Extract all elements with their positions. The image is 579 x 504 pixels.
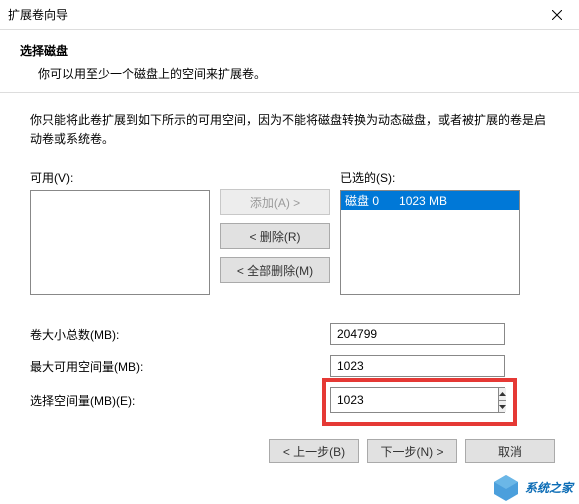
page-subtitle: 你可以用至少一个磁盘上的空间来扩展卷。 — [20, 65, 559, 82]
select-space-input[interactable] — [331, 388, 498, 412]
remove-button[interactable]: < 删除(R) — [220, 223, 330, 249]
wizard-header: 选择磁盘 你可以用至少一个磁盘上的空间来扩展卷。 — [0, 30, 579, 92]
select-space-row: 选择空间量(MB)(E): — [30, 387, 549, 413]
spin-buttons — [498, 388, 506, 412]
selected-listbox[interactable]: 磁盘 0 1023 MB — [340, 190, 520, 295]
selected-label: 已选的(S): — [340, 169, 520, 186]
disk-name: 磁盘 0 — [345, 194, 379, 208]
disk-lists-row: 可用(V): 添加(A) > < 删除(R) < 全部删除(M) 已选的(S):… — [30, 169, 549, 295]
total-size-label: 卷大小总数(MB): — [30, 326, 330, 343]
close-button[interactable] — [534, 0, 579, 30]
selected-column: 已选的(S): 磁盘 0 1023 MB — [340, 169, 520, 295]
max-space-row: 最大可用空间量(MB): 1023 — [30, 355, 549, 377]
transfer-buttons: 添加(A) > < 删除(R) < 全部删除(M) — [220, 169, 330, 283]
content-area: 你只能将此卷扩展到如下所示的可用空间，因为不能将磁盘转换为动态磁盘，或者被扩展的… — [0, 93, 579, 423]
cancel-button[interactable]: 取消 — [465, 439, 555, 463]
spin-down-button[interactable] — [499, 401, 506, 413]
window-title: 扩展卷向导 — [0, 6, 68, 23]
max-space-label: 最大可用空间量(MB): — [30, 358, 330, 375]
titlebar: 扩展卷向导 — [0, 0, 579, 30]
select-space-label: 选择空间量(MB)(E): — [30, 392, 330, 409]
size-fields: 卷大小总数(MB): 204799 最大可用空间量(MB): 1023 选择空间… — [30, 323, 549, 413]
total-size-row: 卷大小总数(MB): 204799 — [30, 323, 549, 345]
total-size-value: 204799 — [330, 323, 505, 345]
watermark-text: 系统之家 — [525, 479, 573, 496]
available-column: 可用(V): — [30, 169, 210, 295]
instruction-text: 你只能将此卷扩展到如下所示的可用空间，因为不能将磁盘转换为动态磁盘，或者被扩展的… — [30, 111, 549, 149]
page-title: 选择磁盘 — [20, 42, 559, 59]
add-button[interactable]: 添加(A) > — [220, 189, 330, 215]
list-item[interactable]: 磁盘 0 1023 MB — [341, 191, 519, 210]
max-space-value: 1023 — [330, 355, 505, 377]
available-label: 可用(V): — [30, 169, 210, 186]
close-icon — [552, 10, 562, 20]
wizard-footer: < 上一步(B) 下一步(N) > 取消 — [0, 423, 579, 479]
select-space-spinner[interactable] — [330, 387, 505, 413]
chevron-up-icon — [499, 392, 506, 396]
chevron-down-icon — [499, 405, 506, 409]
available-listbox[interactable] — [30, 190, 210, 295]
next-button[interactable]: 下一步(N) > — [367, 439, 457, 463]
spin-up-button[interactable] — [499, 388, 506, 401]
disk-size: 1023 MB — [399, 194, 447, 208]
back-button[interactable]: < 上一步(B) — [269, 439, 359, 463]
remove-all-button[interactable]: < 全部删除(M) — [220, 257, 330, 283]
